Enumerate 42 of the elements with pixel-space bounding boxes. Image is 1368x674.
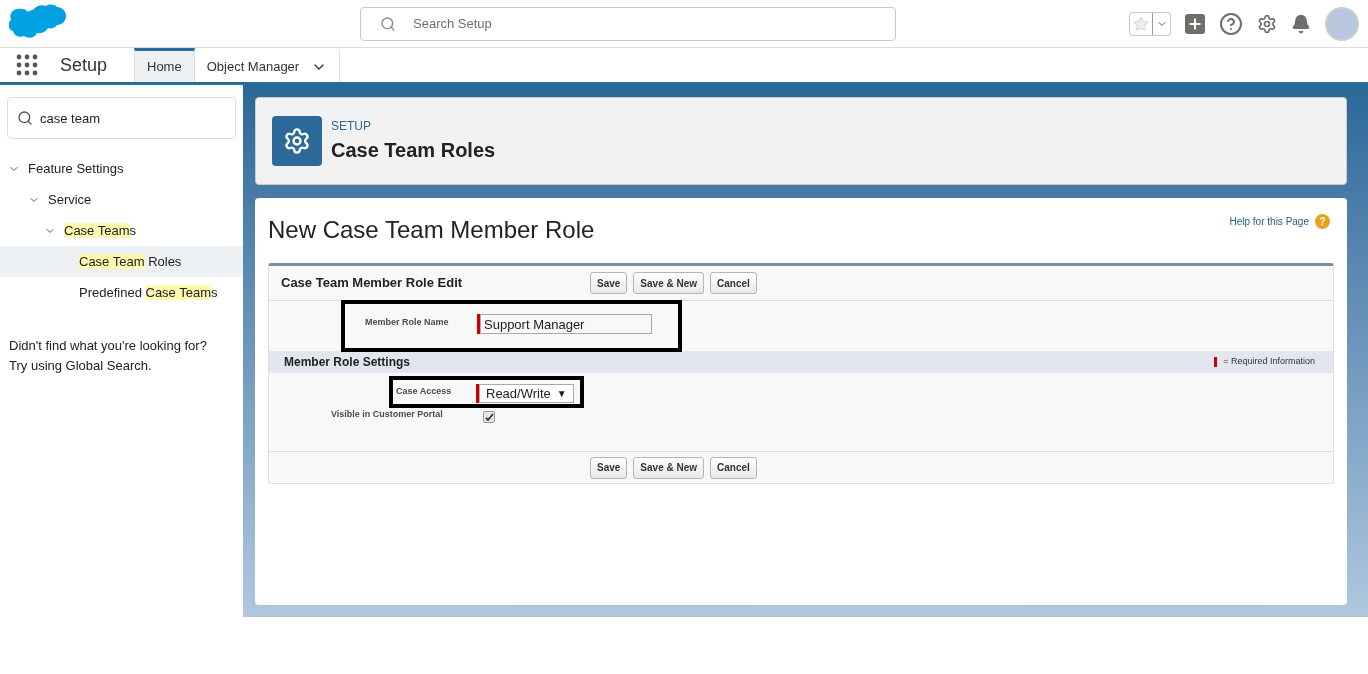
field-label: Member Role Name bbox=[365, 316, 450, 329]
form-button[interactable]: Cancel bbox=[710, 272, 757, 294]
required-marker bbox=[1214, 357, 1218, 367]
form-button[interactable]: Cancel bbox=[710, 456, 757, 479]
app-name: Setup bbox=[60, 53, 108, 77]
sidebar-search-field[interactable]: case team bbox=[7, 97, 236, 139]
tree-item[interactable]: Case Teams bbox=[0, 215, 243, 246]
search-icon bbox=[380, 15, 396, 32]
section-title: Case Team Member Role Edit bbox=[281, 274, 464, 293]
settings-icon bbox=[272, 116, 322, 166]
nav-tab[interactable]: Home bbox=[134, 48, 195, 82]
form-title: New Case Team Member Role bbox=[268, 215, 595, 245]
form-button[interactable]: Save & New bbox=[633, 456, 705, 479]
checkbox[interactable] bbox=[483, 411, 495, 423]
field-label: Case Access bbox=[396, 385, 453, 398]
settings-icon[interactable] bbox=[1257, 13, 1277, 34]
app-launcher-icon[interactable] bbox=[16, 54, 38, 76]
add-button[interactable] bbox=[1185, 13, 1205, 34]
section-title: Member Role Settings bbox=[284, 354, 411, 371]
search-field[interactable]: Search Setup bbox=[360, 6, 896, 41]
form-button[interactable]: Save bbox=[590, 456, 628, 479]
tree-item[interactable]: Service bbox=[0, 184, 243, 215]
notification-icon[interactable] bbox=[1291, 13, 1311, 34]
help-link[interactable]: Help for this Page bbox=[1229, 214, 1309, 229]
hint-text: Didn't find what you're looking for? bbox=[9, 337, 208, 355]
tree-item[interactable]: Feature Settings bbox=[0, 153, 243, 184]
search-icon bbox=[17, 110, 33, 126]
nav-tab[interactable]: Object Manager bbox=[194, 48, 341, 82]
legend-text: = Required Information bbox=[1223, 355, 1315, 369]
page-title: Case Team Roles bbox=[331, 138, 496, 163]
tree-item[interactable]: Predefined Case Teams bbox=[0, 277, 243, 308]
field-label: Visible in Customer Portal bbox=[331, 408, 444, 421]
eyebrow-text: SETUP bbox=[331, 118, 372, 135]
star-icon bbox=[1133, 15, 1149, 32]
role-name-field[interactable]: Support Manager bbox=[480, 314, 652, 334]
form-button[interactable]: Save & New bbox=[633, 272, 705, 294]
favorites-button[interactable] bbox=[1129, 11, 1171, 36]
form-button[interactable]: Save bbox=[590, 272, 628, 294]
help-icon[interactable] bbox=[1219, 11, 1243, 36]
tree-item[interactable]: Case Team Roles bbox=[0, 246, 243, 277]
case-access-dropdown[interactable]: Read/Write ▼ bbox=[479, 384, 574, 403]
hint-text: Try using Global Search. bbox=[9, 357, 153, 375]
